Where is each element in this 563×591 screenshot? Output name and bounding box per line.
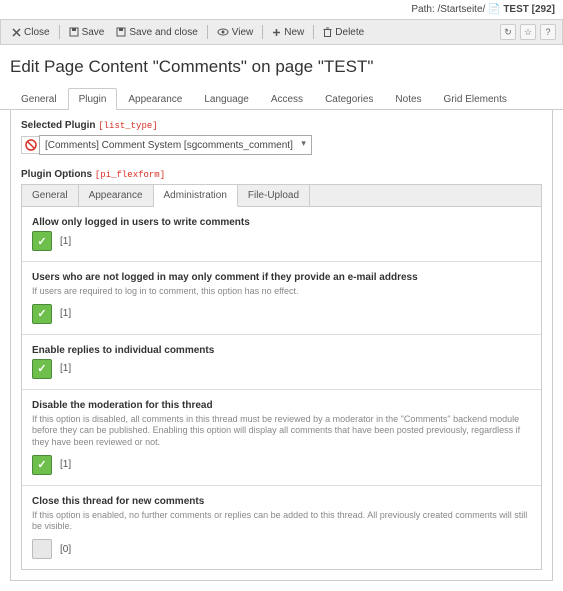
eye-icon — [217, 28, 229, 36]
tab-access[interactable]: Access — [260, 88, 314, 110]
subtab-file-upload[interactable]: File-Upload — [238, 185, 310, 206]
checkbox-value: [0] — [60, 544, 71, 555]
option-title: Allow only logged in users to write comm… — [32, 217, 531, 228]
close-button[interactable]: Close — [7, 25, 55, 40]
tab-categories[interactable]: Categories — [314, 88, 384, 110]
refresh-button[interactable]: ↻ — [500, 24, 516, 40]
save-close-icon — [116, 27, 126, 37]
page-title: Edit Page Content "Comments" on page "TE… — [0, 45, 563, 87]
action-toolbar: Close Save Save and close View New Delet… — [0, 19, 563, 45]
checkbox[interactable]: ✓ — [32, 359, 52, 379]
checkbox-value: [1] — [60, 236, 71, 247]
main-tabs: GeneralPluginAppearanceLanguageAccessCat… — [0, 87, 563, 110]
checkbox-value: [1] — [60, 363, 71, 374]
checkbox[interactable] — [32, 539, 52, 559]
checkbox-value: [1] — [60, 459, 71, 470]
selected-plugin-label: Selected Plugin [list_type] — [21, 120, 542, 131]
option-description: If users are required to log in to comme… — [32, 286, 531, 298]
option-title: Close this thread for new comments — [32, 496, 531, 507]
breadcrumb: Path: /Startseite/ 📄 TEST [292] — [0, 0, 563, 19]
checkbox[interactable]: ✓ — [32, 231, 52, 251]
tab-notes[interactable]: Notes — [384, 88, 432, 110]
tab-grid-elements[interactable]: Grid Elements — [433, 88, 518, 110]
save-button[interactable]: Save — [64, 25, 110, 40]
option-title: Users who are not logged in may only com… — [32, 272, 531, 283]
checkbox-value: [1] — [60, 308, 71, 319]
plugin-select[interactable]: [Comments] Comment System [sgcomments_co… — [39, 135, 312, 155]
tab-language[interactable]: Language — [193, 88, 260, 110]
close-icon — [12, 28, 21, 37]
check-icon: ✓ — [37, 235, 46, 248]
subtab-general[interactable]: General — [22, 185, 79, 206]
plugin-options-label: Plugin Options [pi_flexform] — [21, 169, 542, 180]
tab-plugin[interactable]: Plugin — [68, 88, 118, 110]
checkbox[interactable]: ✓ — [32, 455, 52, 475]
trash-icon — [323, 27, 332, 37]
tab-appearance[interactable]: Appearance — [117, 88, 193, 110]
check-icon: ✓ — [37, 362, 46, 375]
new-button[interactable]: New — [267, 25, 309, 40]
help-button[interactable]: ? — [540, 24, 556, 40]
plugin-type-icon — [21, 136, 39, 154]
delete-button[interactable]: Delete — [318, 25, 369, 40]
option-description: If this option is disabled, all comments… — [32, 414, 531, 449]
checkbox[interactable]: ✓ — [32, 304, 52, 324]
save-icon — [69, 27, 79, 37]
subtab-administration[interactable]: Administration — [154, 185, 238, 207]
option-description: If this option is enabled, no further co… — [32, 510, 531, 533]
view-button[interactable]: View — [212, 25, 259, 40]
plus-icon — [272, 28, 281, 37]
bookmark-button[interactable]: ☆ — [520, 24, 536, 40]
plugin-options-tabs: GeneralAppearanceAdministrationFile-Uplo… — [21, 184, 542, 207]
check-icon: ✓ — [37, 458, 46, 471]
subtab-appearance[interactable]: Appearance — [79, 185, 154, 206]
option-title: Disable the moderation for this thread — [32, 400, 531, 411]
save-close-button[interactable]: Save and close — [111, 25, 202, 40]
option-title: Enable replies to individual comments — [32, 345, 531, 356]
check-icon: ✓ — [37, 307, 46, 320]
tab-general[interactable]: General — [10, 88, 68, 110]
